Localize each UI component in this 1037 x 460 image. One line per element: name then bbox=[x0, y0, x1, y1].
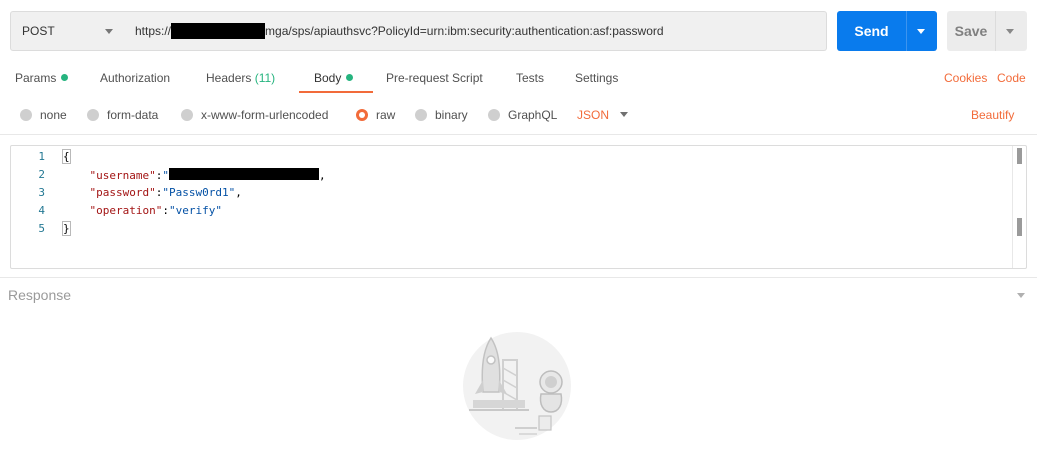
status-dot-icon bbox=[346, 74, 354, 81]
code-link[interactable]: Code bbox=[997, 71, 1026, 85]
radio-circle-icon bbox=[20, 109, 32, 121]
radio-graphql[interactable]: GraphQL bbox=[488, 108, 557, 122]
password-key: "password" bbox=[89, 186, 156, 199]
open-brace: { bbox=[62, 149, 71, 164]
tab-pre-request-script[interactable]: Pre-request Script bbox=[386, 71, 483, 85]
radio-circle-icon bbox=[488, 109, 500, 121]
radio-circle-icon bbox=[181, 109, 193, 121]
format-label: JSON bbox=[577, 108, 610, 122]
operation-key: "operation" bbox=[89, 204, 163, 217]
tab-authorization-label: Authorization bbox=[100, 71, 171, 85]
radio-none[interactable]: none bbox=[20, 108, 67, 122]
radio-graphql-label: GraphQL bbox=[508, 108, 558, 122]
code-line: "username":", bbox=[89, 168, 326, 182]
divider bbox=[0, 134, 1037, 135]
url-suffix: mga/sps/apiauthsvc?PolicyId=urn:ibm:secu… bbox=[265, 24, 664, 38]
save-divider bbox=[995, 11, 996, 51]
url-input[interactable]: https:// mga/sps/apiauthsvc?PolicyId=urn:… bbox=[125, 11, 827, 51]
save-button[interactable]: Save bbox=[947, 11, 1027, 51]
scrollbar-marker bbox=[1017, 218, 1022, 236]
password-value: "Passw0rd1" bbox=[162, 186, 236, 199]
divider bbox=[0, 277, 1037, 278]
response-collapse-chevron-icon[interactable] bbox=[1017, 293, 1025, 298]
username-key: "username" bbox=[89, 169, 156, 182]
radio-binary[interactable]: binary bbox=[415, 108, 468, 122]
save-options-chevron-icon[interactable] bbox=[1006, 29, 1014, 34]
radio-x-www-form-urlencoded[interactable]: x-www-form-urlencoded bbox=[181, 108, 328, 122]
radio-circle-icon bbox=[415, 109, 427, 121]
radio-none-label: none bbox=[40, 108, 67, 122]
response-label: Response bbox=[8, 287, 72, 303]
headers-count: (11) bbox=[254, 71, 276, 85]
editor-scrollbar[interactable] bbox=[1012, 146, 1026, 268]
tab-tests[interactable]: Tests bbox=[516, 71, 544, 85]
radio-binary-label: binary bbox=[435, 108, 468, 122]
method-select[interactable]: POST bbox=[10, 11, 126, 51]
radio-urlencoded-label: x-www-form-urlencoded bbox=[201, 108, 329, 122]
tab-body-label: Body bbox=[314, 71, 342, 85]
tab-body[interactable]: Body bbox=[314, 71, 354, 85]
code-line: "operation":"verify" bbox=[89, 204, 222, 217]
tab-authorization[interactable]: Authorization bbox=[100, 71, 170, 85]
radio-form-data-label: form-data bbox=[107, 108, 159, 122]
close-brace: } bbox=[62, 221, 71, 236]
format-select[interactable]: JSON bbox=[577, 108, 628, 122]
active-tab-indicator bbox=[299, 91, 373, 93]
method-label: POST bbox=[22, 24, 55, 38]
send-button[interactable]: Send bbox=[837, 11, 937, 51]
save-label: Save bbox=[954, 23, 988, 39]
line-number: 1 bbox=[38, 150, 45, 163]
line-number: 3 bbox=[38, 186, 45, 199]
tab-tests-label: Tests bbox=[516, 71, 545, 85]
send-label: Send bbox=[854, 23, 889, 39]
code-line: } bbox=[62, 221, 71, 236]
scrollbar-thumb[interactable] bbox=[1017, 148, 1022, 164]
line-number: 4 bbox=[38, 204, 45, 217]
code-line: "password":"Passw0rd1", bbox=[89, 186, 242, 199]
radio-raw[interactable]: raw bbox=[356, 108, 395, 122]
radio-circle-icon bbox=[87, 109, 99, 121]
radio-selected-icon bbox=[356, 109, 368, 121]
redaction-bar bbox=[168, 168, 319, 180]
redaction-bar bbox=[171, 23, 266, 39]
tab-pre-request-label: Pre-request Script bbox=[386, 71, 483, 85]
line-number: 2 bbox=[38, 168, 45, 181]
chevron-down-icon bbox=[105, 29, 113, 34]
cookies-link[interactable]: Cookies bbox=[944, 71, 987, 85]
code-editor[interactable]: 1 2 3 4 5 { "username":", "password":"Pa… bbox=[10, 145, 1027, 269]
operation-value: "verify" bbox=[168, 204, 222, 217]
chevron-down-icon bbox=[620, 112, 628, 117]
line-number: 5 bbox=[38, 222, 45, 235]
tab-params[interactable]: Params bbox=[15, 71, 69, 85]
tab-headers[interactable]: Headers (11) bbox=[206, 71, 275, 85]
url-prefix: https:// bbox=[135, 24, 172, 38]
tab-headers-label: Headers bbox=[206, 71, 252, 85]
radio-raw-label: raw bbox=[376, 108, 396, 122]
code-line: { bbox=[62, 149, 71, 164]
status-dot-icon bbox=[61, 74, 69, 81]
tab-settings[interactable]: Settings bbox=[575, 71, 618, 85]
send-divider bbox=[906, 11, 907, 51]
tab-settings-label: Settings bbox=[575, 71, 619, 85]
tab-params-label: Params bbox=[15, 71, 57, 85]
radio-form-data[interactable]: form-data bbox=[87, 108, 158, 122]
rocket-astronaut-illustration bbox=[463, 332, 571, 440]
beautify-link[interactable]: Beautify bbox=[971, 108, 1014, 122]
send-options-chevron-icon[interactable] bbox=[917, 29, 925, 34]
